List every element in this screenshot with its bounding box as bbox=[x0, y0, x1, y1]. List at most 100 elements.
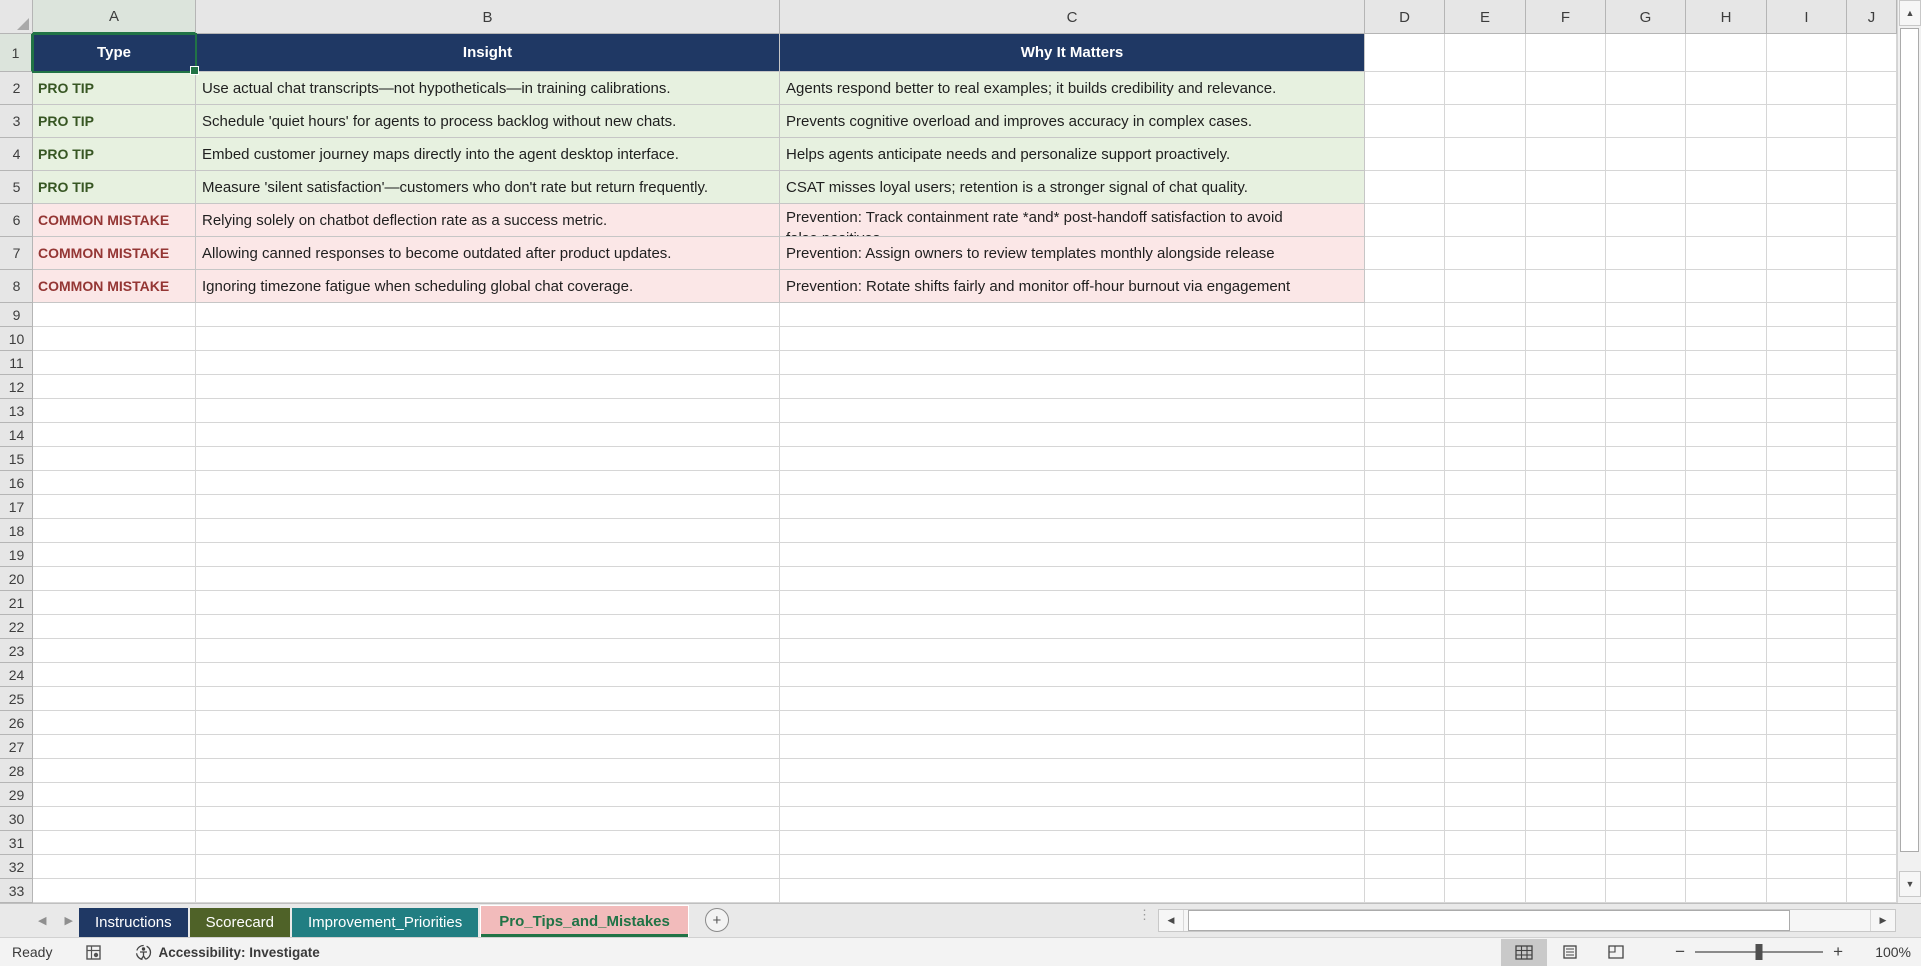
cell-D13[interactable] bbox=[1365, 399, 1445, 423]
cell-J33[interactable] bbox=[1847, 879, 1897, 903]
cell-F19[interactable] bbox=[1526, 543, 1606, 567]
cell-H20[interactable] bbox=[1686, 567, 1767, 591]
sheet-tab-Pro_Tips_and_Mistakes[interactable]: Pro_Tips_and_Mistakes bbox=[480, 905, 689, 937]
cell-I17[interactable] bbox=[1767, 495, 1847, 519]
cell-H16[interactable] bbox=[1686, 471, 1767, 495]
cell-F1[interactable] bbox=[1526, 34, 1606, 72]
cell-E1[interactable] bbox=[1445, 34, 1526, 72]
cell-H6[interactable] bbox=[1686, 204, 1767, 237]
cell-D26[interactable] bbox=[1365, 711, 1445, 735]
cell-F12[interactable] bbox=[1526, 375, 1606, 399]
cell-A9[interactable] bbox=[33, 303, 196, 327]
row-header-3[interactable]: 3 bbox=[0, 105, 33, 138]
cell-B16[interactable] bbox=[196, 471, 780, 495]
cell-I32[interactable] bbox=[1767, 855, 1847, 879]
cell-A13[interactable] bbox=[33, 399, 196, 423]
cell-D9[interactable] bbox=[1365, 303, 1445, 327]
cell-D20[interactable] bbox=[1365, 567, 1445, 591]
cell-I21[interactable] bbox=[1767, 591, 1847, 615]
cell-J10[interactable] bbox=[1847, 327, 1897, 351]
cell-A33[interactable] bbox=[33, 879, 196, 903]
cell-I27[interactable] bbox=[1767, 735, 1847, 759]
cell-F30[interactable] bbox=[1526, 807, 1606, 831]
cell-E21[interactable] bbox=[1445, 591, 1526, 615]
cell-B21[interactable] bbox=[196, 591, 780, 615]
cell-I33[interactable] bbox=[1767, 879, 1847, 903]
cell-I30[interactable] bbox=[1767, 807, 1847, 831]
cell-H17[interactable] bbox=[1686, 495, 1767, 519]
column-header-C[interactable]: C bbox=[780, 0, 1365, 34]
cell-A18[interactable] bbox=[33, 519, 196, 543]
cell-J30[interactable] bbox=[1847, 807, 1897, 831]
cell-E9[interactable] bbox=[1445, 303, 1526, 327]
cell-H22[interactable] bbox=[1686, 615, 1767, 639]
cell-C32[interactable] bbox=[780, 855, 1365, 879]
row-header-25[interactable]: 25 bbox=[0, 687, 33, 711]
tab-area-resize-grip[interactable]: ⋮ bbox=[1138, 908, 1151, 930]
cell-G3[interactable] bbox=[1606, 105, 1686, 138]
cell-D6[interactable] bbox=[1365, 204, 1445, 237]
cell-B19[interactable] bbox=[196, 543, 780, 567]
cell-I22[interactable] bbox=[1767, 615, 1847, 639]
cell-I23[interactable] bbox=[1767, 639, 1847, 663]
row-header-14[interactable]: 14 bbox=[0, 423, 33, 447]
cell-C9[interactable] bbox=[780, 303, 1365, 327]
cell-J14[interactable] bbox=[1847, 423, 1897, 447]
cell-A11[interactable] bbox=[33, 351, 196, 375]
cell-A1[interactable]: Type bbox=[33, 34, 196, 72]
cell-I11[interactable] bbox=[1767, 351, 1847, 375]
cell-B2[interactable]: Use actual chat transcripts—not hypothet… bbox=[196, 72, 780, 105]
cell-A16[interactable] bbox=[33, 471, 196, 495]
cell-F16[interactable] bbox=[1526, 471, 1606, 495]
cell-I29[interactable] bbox=[1767, 783, 1847, 807]
zoom-level[interactable]: 100% bbox=[1857, 944, 1911, 960]
cell-C11[interactable] bbox=[780, 351, 1365, 375]
cell-C2[interactable]: Agents respond better to real examples; … bbox=[780, 72, 1365, 105]
cell-D22[interactable] bbox=[1365, 615, 1445, 639]
cell-C24[interactable] bbox=[780, 663, 1365, 687]
cell-H9[interactable] bbox=[1686, 303, 1767, 327]
cell-G13[interactable] bbox=[1606, 399, 1686, 423]
cell-E11[interactable] bbox=[1445, 351, 1526, 375]
cell-G7[interactable] bbox=[1606, 237, 1686, 270]
row-header-2[interactable]: 2 bbox=[0, 72, 33, 105]
cell-A24[interactable] bbox=[33, 663, 196, 687]
row-header-31[interactable]: 31 bbox=[0, 831, 33, 855]
row-header-6[interactable]: 6 bbox=[0, 204, 33, 237]
cell-H19[interactable] bbox=[1686, 543, 1767, 567]
cell-B32[interactable] bbox=[196, 855, 780, 879]
row-header-16[interactable]: 16 bbox=[0, 471, 33, 495]
cell-E32[interactable] bbox=[1445, 855, 1526, 879]
cell-G27[interactable] bbox=[1606, 735, 1686, 759]
cell-I10[interactable] bbox=[1767, 327, 1847, 351]
column-header-I[interactable]: I bbox=[1767, 0, 1847, 34]
row-header-32[interactable]: 32 bbox=[0, 855, 33, 879]
cell-D3[interactable] bbox=[1365, 105, 1445, 138]
cell-A27[interactable] bbox=[33, 735, 196, 759]
cell-A20[interactable] bbox=[33, 567, 196, 591]
sheet-tab-Instructions[interactable]: Instructions bbox=[78, 908, 188, 937]
cell-J17[interactable] bbox=[1847, 495, 1897, 519]
cell-C23[interactable] bbox=[780, 639, 1365, 663]
cell-C20[interactable] bbox=[780, 567, 1365, 591]
cell-E29[interactable] bbox=[1445, 783, 1526, 807]
cell-F15[interactable] bbox=[1526, 447, 1606, 471]
cell-J28[interactable] bbox=[1847, 759, 1897, 783]
column-header-J[interactable]: J bbox=[1847, 0, 1897, 34]
cell-J16[interactable] bbox=[1847, 471, 1897, 495]
cell-H31[interactable] bbox=[1686, 831, 1767, 855]
cell-C14[interactable] bbox=[780, 423, 1365, 447]
cell-E26[interactable] bbox=[1445, 711, 1526, 735]
cell-J27[interactable] bbox=[1847, 735, 1897, 759]
cell-G19[interactable] bbox=[1606, 543, 1686, 567]
cell-G15[interactable] bbox=[1606, 447, 1686, 471]
cell-J21[interactable] bbox=[1847, 591, 1897, 615]
cell-J24[interactable] bbox=[1847, 663, 1897, 687]
cell-D31[interactable] bbox=[1365, 831, 1445, 855]
cell-H2[interactable] bbox=[1686, 72, 1767, 105]
row-header-27[interactable]: 27 bbox=[0, 735, 33, 759]
cell-D2[interactable] bbox=[1365, 72, 1445, 105]
cell-F10[interactable] bbox=[1526, 327, 1606, 351]
cell-C28[interactable] bbox=[780, 759, 1365, 783]
cell-H24[interactable] bbox=[1686, 663, 1767, 687]
